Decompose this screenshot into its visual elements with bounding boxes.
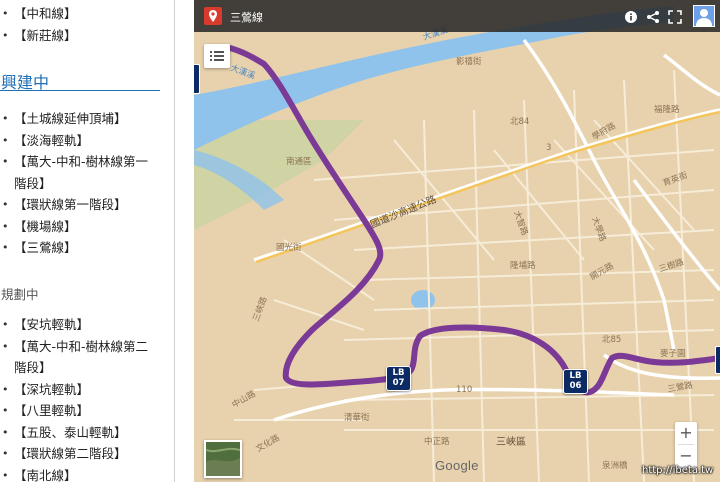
construction-lines-list: 【土城線延伸頂埔】 【淡海輕軌】 【萬大-中和-樹林線第一階段】 【環狀線第一階… [0, 108, 160, 259]
google-logo: Google [435, 458, 479, 473]
label-nantong: 南通區 [286, 156, 312, 167]
embedded-map[interactable]: 大漢溪 大漢溪 國道沙高速公路 三峽區 福隆路 影禧街 南通區 文化路 中山路 … [194, 0, 720, 482]
list-item[interactable]: 【機場線】 [0, 216, 160, 238]
planning-lines-list: 【安坑輕軌】 【萬大-中和-樹林線第二階段】 【深坑輕軌】 【八里輕軌】 【五股… [0, 314, 160, 482]
station-marker-lb07[interactable]: LB 07 [386, 366, 411, 391]
label-quanren: 泉洲橋 [602, 460, 628, 471]
label-jiahe: 麥子園 [660, 348, 686, 359]
zoom-in-button[interactable]: + [675, 422, 697, 444]
station-marker-edge-right[interactable] [715, 346, 720, 374]
fullscreen-icon[interactable] [668, 9, 682, 24]
column-divider [174, 0, 175, 482]
article-sidebar: 【中和線】 【新莊線】 興建中 【土城線延伸頂埔】 【淡海輕軌】 【萬大-中和-… [0, 0, 166, 482]
map-canvas[interactable]: 大漢溪 大漢溪 國道沙高速公路 三峽區 福隆路 影禧街 南通區 文化路 中山路 … [194, 0, 720, 482]
list-item[interactable]: 【環狀線第一階段】 [0, 194, 160, 216]
completed-lines-list: 【中和線】 【新莊線】 [0, 3, 77, 46]
label-longpu: 隆埔路 [510, 260, 536, 271]
label-sign-1: 北84 [510, 117, 529, 127]
station-number: 06 [569, 381, 582, 391]
label-district: 三峽區 [496, 435, 526, 448]
list-item[interactable]: 【中和線】 [0, 3, 77, 25]
zoom-out-button[interactable]: − [675, 445, 697, 467]
list-item[interactable]: 【環狀線第二階段】 [0, 443, 160, 465]
list-item[interactable]: 【深坑輕軌】 [0, 379, 160, 401]
station-code: LB [392, 368, 405, 378]
list-item[interactable]: 【三鶯線】 [0, 237, 160, 259]
map-header-bar: 三鶯線 [194, 0, 720, 32]
list-item[interactable]: 【八里輕軌】 [0, 400, 160, 422]
station-number: 07 [392, 378, 405, 388]
account-avatar-icon[interactable] [693, 5, 715, 27]
label-sign-2: 北85 [602, 335, 621, 345]
label-zhongzheng: 中正路 [424, 436, 450, 447]
label-qinghua: 清華街 [344, 412, 370, 423]
map-pin-icon [204, 7, 222, 25]
list-item[interactable]: 【土城線延伸頂埔】 [0, 108, 160, 130]
list-item[interactable]: 【淡海輕軌】 [0, 130, 160, 152]
section-heading-planning: 規劃中 [1, 287, 39, 302]
heading-underline [0, 90, 160, 91]
station-marker-lb06[interactable]: LB 06 [563, 369, 588, 394]
station-code: LB [569, 371, 582, 381]
station-marker-edge-left[interactable] [194, 64, 200, 94]
list-item[interactable]: 【安坑輕軌】 [0, 314, 160, 336]
watermark-text: http://ibeta.tw [642, 465, 714, 476]
list-item[interactable]: 【南北線】 [0, 465, 160, 482]
map-title[interactable]: 三鶯線 [230, 9, 263, 25]
label-sign-3: 110 [456, 385, 472, 395]
satellite-view-toggle[interactable] [204, 440, 242, 478]
label-guoguang: 國光街 [276, 242, 302, 253]
label-sign-4: 3 [546, 143, 551, 153]
label-fuxing: 福隆路 [654, 104, 680, 115]
zoom-control: + − [675, 422, 697, 468]
list-item[interactable]: 【新莊線】 [0, 25, 77, 47]
label-haiyun: 影禧街 [456, 56, 482, 67]
list-item[interactable]: 【五股、泰山輕軌】 [0, 422, 160, 444]
list-item[interactable]: 【萬大-中和-樹林線第一階段】 [0, 151, 160, 194]
share-icon[interactable] [646, 9, 660, 23]
list-item[interactable]: 【萬大-中和-樹林線第二階段】 [0, 336, 160, 379]
list-icon[interactable] [204, 44, 230, 68]
pond [411, 290, 435, 310]
info-icon[interactable] [624, 9, 638, 23]
